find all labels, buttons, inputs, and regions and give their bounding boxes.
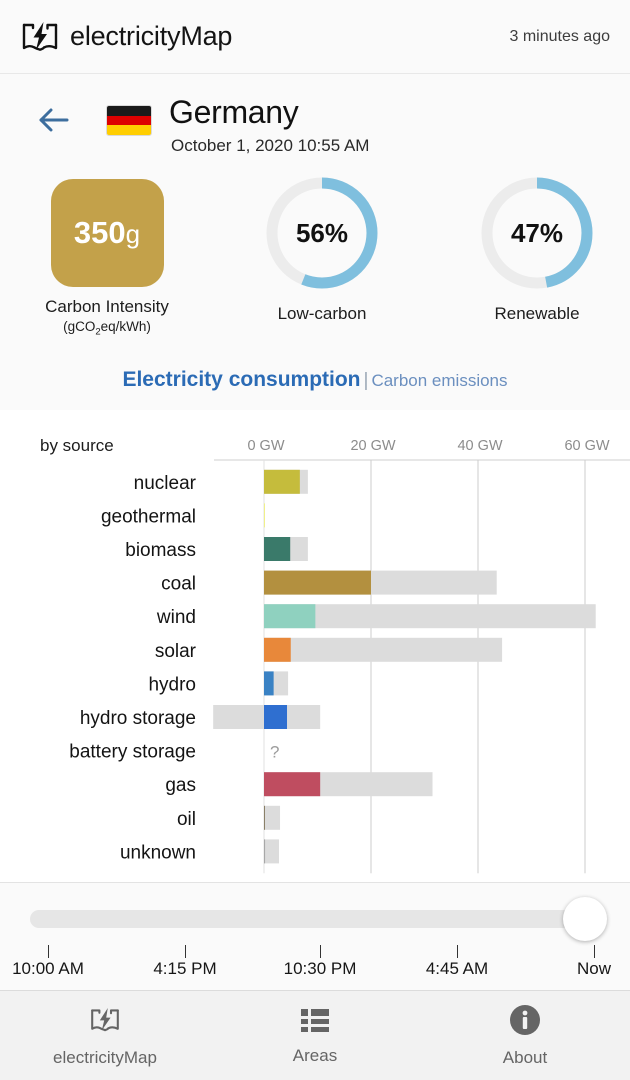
tab-divider: | bbox=[363, 370, 369, 391]
chart-production-bar[interactable] bbox=[264, 469, 300, 494]
app-root: electricityMap 3 minutes ago Germany Oct… bbox=[0, 0, 630, 1080]
renewable-gauge: 47% bbox=[476, 172, 598, 294]
time-slider-tick bbox=[185, 945, 186, 958]
nav-label-areas: Areas bbox=[292, 1045, 338, 1065]
chart-production-bar[interactable] bbox=[264, 537, 291, 561]
time-slider-tick-labels: 10:00 AM 4:15 PM 10:30 PM 4:45 AM Now bbox=[0, 959, 630, 983]
carbon-intensity-unit: g bbox=[125, 219, 141, 249]
chart-row-label: unknown bbox=[120, 842, 196, 863]
metric-low-carbon: 56% Low-carbon bbox=[217, 172, 427, 324]
chart-row-label: solar bbox=[155, 641, 197, 662]
time-slider-tick-label: Now bbox=[576, 959, 612, 978]
chart-production-bar[interactable] bbox=[264, 637, 291, 662]
electricitymap-book-bolt-icon bbox=[89, 1004, 121, 1041]
chart-xtick-label: 0 GW bbox=[247, 438, 284, 454]
chart-mode-tabs: Electricity consumption | Carbon emissions bbox=[0, 368, 630, 392]
time-slider-tick-label: 4:45 AM bbox=[425, 959, 489, 978]
time-slider-tick bbox=[48, 945, 49, 958]
back-arrow-icon[interactable] bbox=[38, 107, 70, 133]
renewable-value: 47% bbox=[510, 217, 564, 248]
time-slider-tick-label: 10:30 PM bbox=[283, 959, 357, 978]
bottom-nav: electricityMap Areas About bbox=[0, 990, 630, 1080]
chart-row-label: battery storage bbox=[69, 742, 196, 763]
chart-production-bar[interactable] bbox=[264, 805, 265, 830]
time-slider: 10:00 AM 4:15 PM 10:30 PM 4:45 AM Now bbox=[0, 882, 630, 990]
time-slider-tick bbox=[320, 945, 321, 958]
renewable-label: Renewable bbox=[494, 304, 580, 323]
chart-production-bar[interactable] bbox=[264, 570, 371, 595]
chart-row-label: gas bbox=[165, 775, 196, 796]
last-updated-text: 3 minutes ago bbox=[509, 27, 610, 45]
tab-electricity-consumption[interactable]: Electricity consumption bbox=[122, 368, 360, 391]
sub-suffix: eq/kWh) bbox=[100, 319, 151, 334]
page-title: Germany bbox=[169, 94, 299, 130]
chart-unknown-marker: ? bbox=[270, 743, 279, 762]
chart-production-bar[interactable] bbox=[264, 503, 265, 528]
country-datetime: October 1, 2020 10:55 AM bbox=[171, 136, 370, 155]
chart-xtick-label: 60 GW bbox=[564, 438, 609, 454]
chart-capacity-bar[interactable] bbox=[264, 637, 503, 662]
chart-xtick-label: 20 GW bbox=[350, 438, 395, 454]
metrics-row: 350g Carbon Intensity (gCO2eq/kWh) 56% L… bbox=[0, 172, 630, 347]
time-slider-tick-label: 10:00 AM bbox=[12, 959, 84, 978]
chart-production-bar[interactable] bbox=[264, 671, 274, 696]
low-carbon-label: Low-carbon bbox=[277, 304, 367, 323]
info-circle-icon bbox=[509, 1004, 541, 1041]
germany-flag-icon bbox=[106, 105, 152, 136]
carbon-intensity-number: 350 bbox=[73, 215, 126, 250]
chart-production-bar[interactable] bbox=[264, 604, 316, 629]
time-slider-ticks bbox=[0, 945, 630, 959]
chart-row-label: coal bbox=[161, 574, 196, 595]
chart-production-bar[interactable] bbox=[264, 839, 266, 864]
carbon-intensity-value: 350g bbox=[74, 215, 140, 251]
nav-label-electricitymap: electricityMap bbox=[53, 1047, 157, 1067]
low-carbon-gauge: 56% bbox=[261, 172, 383, 294]
chart-canvas[interactable]: 0 GW 20 GW 40 GW 60 GW nuclear geothermal biom… bbox=[0, 410, 630, 882]
country-header: Germany October 1, 2020 10:55 AM bbox=[0, 74, 630, 169]
carbon-intensity-tile: 350g bbox=[50, 179, 164, 287]
low-carbon-value: 56% bbox=[295, 217, 349, 248]
brand-name: electricityMap bbox=[70, 21, 233, 51]
list-icon bbox=[299, 1006, 331, 1039]
nav-item-electricitymap[interactable]: electricityMap bbox=[0, 991, 210, 1080]
nav-label-about: About bbox=[502, 1047, 548, 1067]
app-header: electricityMap 3 minutes ago bbox=[0, 0, 630, 74]
chart-production-bar[interactable] bbox=[264, 705, 288, 729]
chart-row-label: biomass bbox=[125, 540, 196, 561]
time-slider-tick bbox=[457, 945, 458, 958]
chart-capacity-bar[interactable] bbox=[264, 839, 279, 864]
metric-renewable: 47% Renewable bbox=[432, 172, 630, 324]
metric-carbon-intensity: 350g Carbon Intensity (gCO2eq/kWh) bbox=[2, 172, 212, 338]
nav-item-areas[interactable]: Areas bbox=[210, 991, 420, 1080]
time-slider-track[interactable] bbox=[30, 910, 600, 928]
carbon-intensity-units-label: (gCO2eq/kWh) bbox=[2, 319, 212, 338]
time-slider-tick bbox=[594, 945, 595, 958]
chart-row-label: hydro storage bbox=[80, 708, 196, 729]
nav-item-about[interactable]: About bbox=[420, 991, 630, 1080]
chart-row-label: oil bbox=[177, 809, 196, 830]
carbon-intensity-label: Carbon Intensity bbox=[45, 297, 169, 316]
chart-row-label: geothermal bbox=[101, 506, 196, 527]
chart-capacity-bar[interactable] bbox=[264, 805, 281, 830]
sub-prefix: (gCO bbox=[63, 319, 96, 334]
time-slider-tick-label: 4:15 PM bbox=[153, 959, 217, 978]
chart-row-label: wind bbox=[156, 607, 196, 628]
chart-xtick-label: 40 GW bbox=[457, 438, 502, 454]
chart-row-label: hydro bbox=[148, 674, 196, 695]
tab-carbon-emissions[interactable]: Carbon emissions bbox=[371, 371, 507, 390]
electricitymap-book-bolt-icon bbox=[20, 17, 60, 57]
production-chart: by source 0 GW 20 GW 40 GW 60 GW nuclear geot… bbox=[0, 410, 630, 882]
chart-row-label: nuclear bbox=[134, 473, 197, 494]
chart-production-bar[interactable] bbox=[264, 772, 321, 797]
time-slider-handle[interactable] bbox=[563, 897, 607, 941]
